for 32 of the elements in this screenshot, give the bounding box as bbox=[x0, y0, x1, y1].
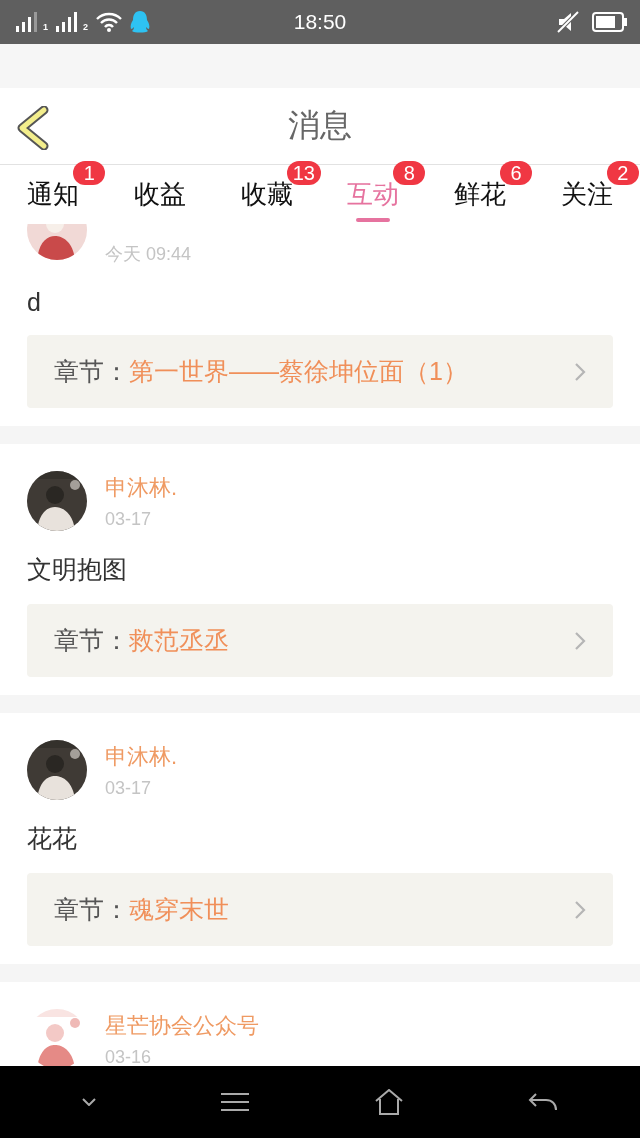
home-icon[interactable] bbox=[374, 1089, 404, 1115]
count-badge: 2 bbox=[606, 161, 639, 185]
message-text: 文明抱图 bbox=[27, 554, 128, 585]
chapter-link[interactable]: 章节：救范丞丞 bbox=[27, 604, 613, 677]
tab-indicator bbox=[356, 218, 391, 222]
chevron-right-icon bbox=[574, 899, 586, 920]
wifi-icon bbox=[96, 12, 123, 32]
timestamp: 03-17 bbox=[105, 777, 153, 799]
battery-icon bbox=[592, 12, 628, 32]
chapter-link[interactable]: 章节：第一世界——蔡徐坤位面（1） bbox=[27, 335, 613, 408]
sim-label: 1 bbox=[43, 22, 48, 32]
back-icon[interactable] bbox=[528, 1092, 558, 1112]
tab[interactable]: 收益 bbox=[106, 165, 214, 224]
timestamp: 03-17 bbox=[105, 508, 153, 530]
sim-label: 2 bbox=[83, 22, 89, 32]
count-badge: 8 bbox=[393, 161, 426, 185]
message-text: 花花 bbox=[27, 823, 78, 854]
page-title: 消息 bbox=[288, 106, 352, 145]
count-badge: 1 bbox=[73, 161, 106, 185]
chevron-down-icon[interactable] bbox=[82, 1098, 96, 1106]
count-badge: 6 bbox=[500, 161, 532, 185]
timestamp: 今天 09:44 bbox=[105, 243, 192, 266]
chapter-link[interactable]: 章节：魂穿末世 bbox=[27, 873, 613, 946]
message-text: d bbox=[27, 288, 42, 317]
penguin-icon bbox=[130, 10, 151, 34]
back-chevron-icon[interactable] bbox=[16, 106, 50, 150]
chevron-right-icon bbox=[574, 361, 586, 382]
chevron-right-icon bbox=[574, 630, 586, 651]
mute-icon bbox=[556, 11, 582, 33]
menu-icon[interactable] bbox=[220, 1092, 250, 1112]
timestamp: 03-16 bbox=[105, 1046, 153, 1066]
clock-time: 18:50 bbox=[292, 10, 348, 34]
